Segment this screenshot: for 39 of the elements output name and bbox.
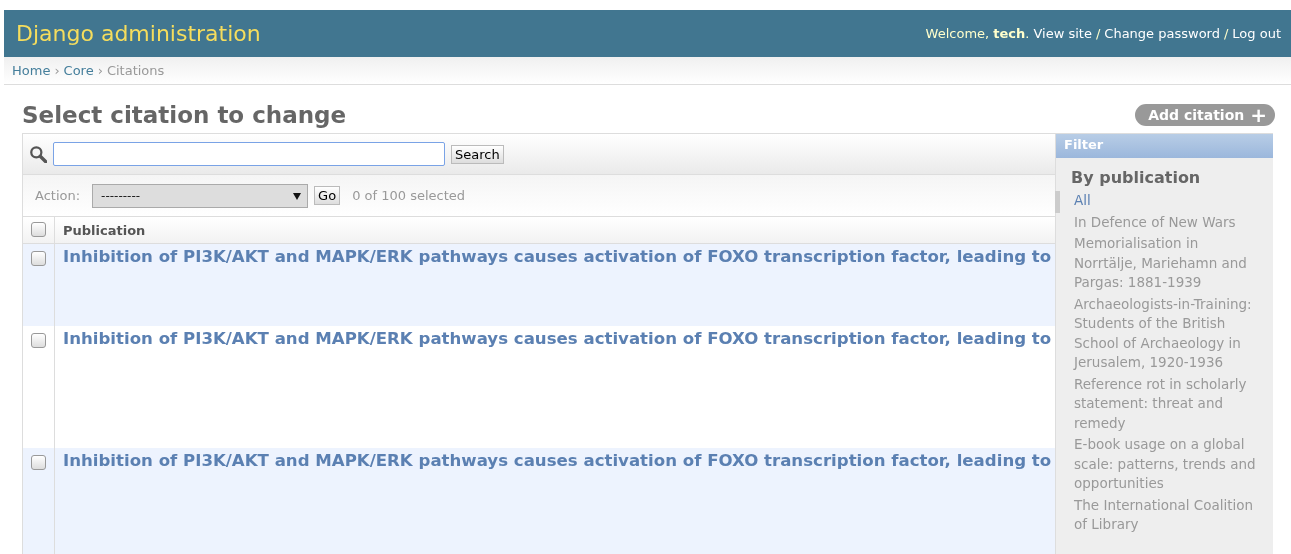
add-button[interactable]: Add citation + (1135, 104, 1275, 126)
row-checkbox[interactable] (31, 333, 46, 348)
dropdown-arrow-icon (293, 191, 302, 200)
breadcrumb-current: Citations (106, 63, 165, 78)
filter-option[interactable]: Archaeologists-in-Training: Students of the British School of Archaeology in Jerusalem, 1920-1936 (1055, 294, 1273, 375)
publication-link[interactable]: Inhibition of PI3K/AKT and MAPK/ERK pathways causes activation of FOXO transcription factor, leading to (63, 329, 1052, 348)
header-link[interactable]: Log out (1232, 26, 1281, 41)
select-all-checkbox[interactable] (31, 222, 46, 237)
action-label: Action: (35, 188, 81, 203)
publication-link[interactable]: Inhibition of PI3K/AKT and MAPK/ERK pathways causes activation of FOXO transcription factor, leading to (63, 247, 1052, 266)
header-link[interactable]: View site (1033, 26, 1092, 41)
search-icon (29, 145, 47, 163)
filter-option[interactable]: All (1055, 191, 1273, 213)
separator-text: / (1223, 26, 1229, 41)
filter-option[interactable]: E-book usage on a global scale: patterns, trends and opportunities (1055, 435, 1273, 496)
page-title: Select citation to change (22, 102, 347, 128)
go-button[interactable]: Go (314, 186, 341, 205)
welcome-text: Welcome, tech. (925, 26, 1030, 41)
filter-title: Filter (1056, 134, 1273, 158)
publication-link[interactable]: Inhibition of PI3K/AKT and MAPK/ERK pathways causes activation of FOXO transcription factor, leading to (63, 451, 1052, 470)
column-header[interactable]: Publication (55, 222, 146, 238)
site-title[interactable]: Django administration (16, 21, 261, 46)
row-checkbox[interactable] (31, 455, 46, 470)
selection-counter: 0 of 100 selected (352, 188, 465, 203)
header-link[interactable]: Change password (1104, 26, 1220, 41)
filter-option[interactable]: In Defence of New Wars (1055, 212, 1273, 234)
search-button[interactable]: Search (451, 144, 504, 164)
filter-option[interactable]: Reference rot in scholarly statement: threat and remedy (1055, 374, 1273, 435)
breadcrumb-link[interactable]: Home (12, 63, 51, 78)
filter-option[interactable]: Memorialisation in Norrtälje, Mariehamn and Pargas: 1881-1939 (1055, 234, 1273, 295)
filter-option[interactable]: The International Coalition of Library (1055, 495, 1273, 537)
filter-heading: By publication (1071, 168, 1202, 187)
breadcrumb-separator: › (54, 63, 60, 78)
row-checkbox[interactable] (31, 251, 46, 266)
action-select[interactable]: --------- (92, 183, 309, 208)
search-field[interactable] (53, 142, 445, 166)
separator-text: / (1095, 26, 1101, 41)
breadcrumb-separator: › (97, 63, 103, 78)
breadcrumb-link[interactable]: Core (63, 63, 94, 78)
